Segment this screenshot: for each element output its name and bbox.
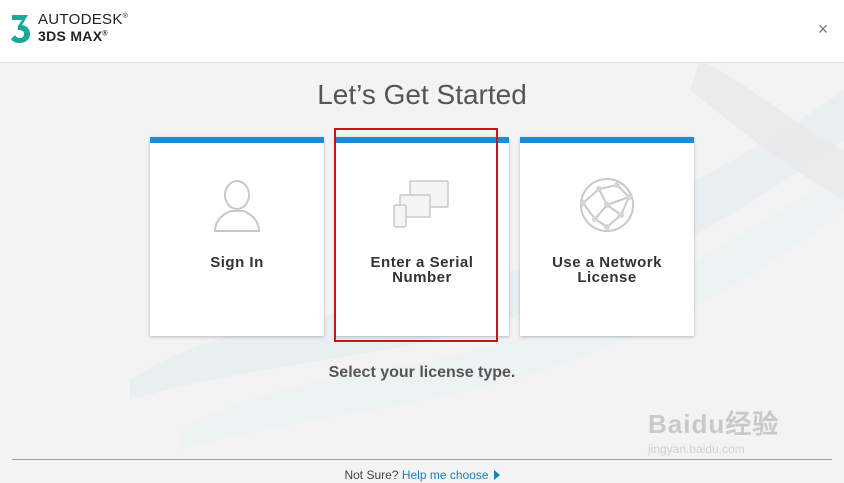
brand-3ds-max: 3DS MAX® — [38, 28, 108, 44]
network-license-card[interactable]: Use a Network License — [520, 137, 694, 336]
network-license-label-line2: License — [577, 269, 637, 286]
enter-serial-label-line2: Number — [392, 269, 452, 286]
sign-in-label: Sign In — [150, 255, 324, 270]
globe-network-icon — [580, 178, 634, 232]
page-title: Let’s Get Started — [317, 79, 527, 110]
enter-serial-label-line1: Enter a Serial — [370, 254, 474, 271]
brand-autodesk: AUTODESK® — [38, 11, 129, 28]
sign-in-card[interactable]: Sign In — [150, 137, 324, 336]
help-me-choose-link[interactable]: Help me choose — [402, 468, 489, 482]
enter-serial-number-card[interactable]: Enter a Serial Number — [335, 137, 509, 336]
footer-divider — [12, 459, 832, 460]
app-header: AUTODESK® 3DS MAX® × — [0, 0, 844, 63]
baidu-watermark: Baidu经验 — [648, 409, 780, 439]
footer: Not Sure? Help me choose — [0, 468, 844, 482]
devices-icon — [393, 180, 449, 228]
3ds-max-logo-icon — [11, 15, 30, 43]
baidu-watermark-url: jingyan.baidu.com — [648, 442, 745, 456]
close-icon[interactable]: × — [812, 18, 834, 40]
brand-3ds-max-text: 3DS MAX — [38, 28, 103, 44]
sign-in-label-line1: Sign In — [210, 254, 264, 271]
network-license-label: Use a Network License — [520, 255, 694, 285]
chevron-right-icon[interactable] — [493, 470, 500, 480]
footer-prefix: Not Sure? — [344, 468, 399, 482]
user-silhouette-icon — [213, 180, 261, 232]
enter-serial-number-label: Enter a Serial Number — [335, 255, 509, 285]
license-type-instruction: Select your license type. — [328, 364, 516, 381]
brand-autodesk-text: AUTODESK — [38, 11, 123, 28]
network-license-label-line1: Use a Network — [552, 254, 662, 271]
